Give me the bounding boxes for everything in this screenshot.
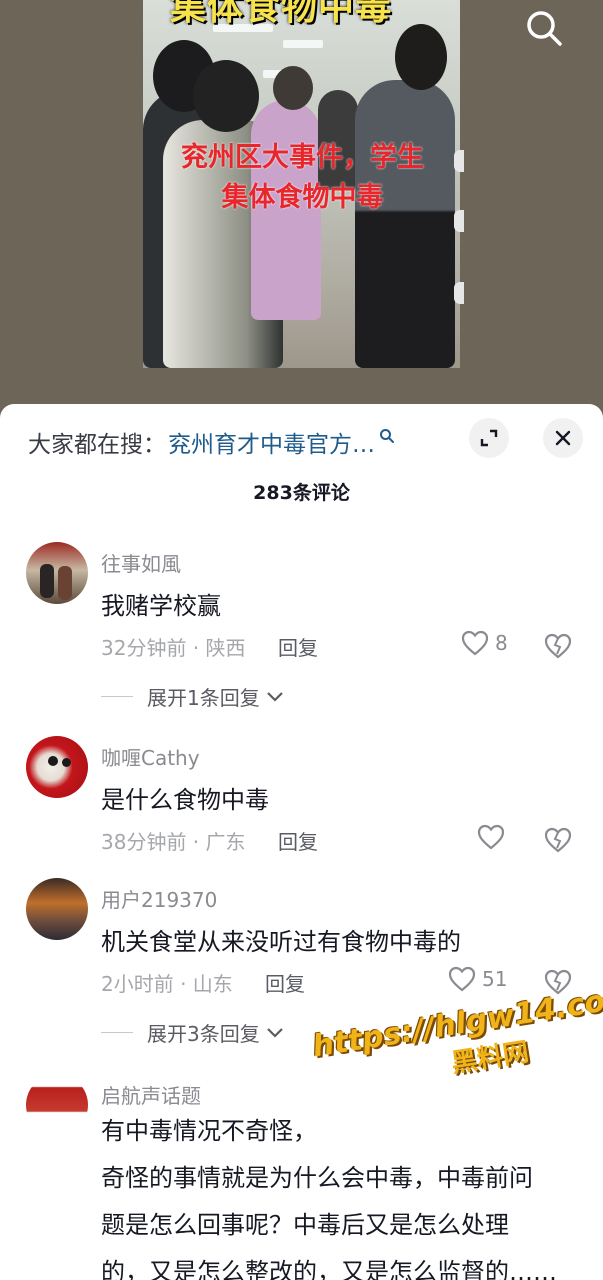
search-icon [380,429,394,443]
reply-button[interactable]: 回复 [265,968,305,997]
dislike-icon[interactable] [544,632,572,660]
comment-time-location: 32分钟前 · 陕西 [101,636,246,660]
comment-text: 机关食堂从来没听过有食物中毒的 [101,928,461,956]
expand-replies-label: 展开1条回复 [147,686,260,710]
reply-button[interactable]: 回复 [278,826,318,855]
expand-icon [480,429,498,447]
expand-replies-label: 展开3条回复 [147,1022,260,1046]
video-background[interactable]: 集体食物中毒 兖州区大事件，学生 集体食物中毒 [0,0,603,420]
comment-text: 是什么食物中毒 [101,786,269,814]
expand-button[interactable] [469,418,509,458]
close-icon [555,430,571,446]
avatar-figure [58,566,72,600]
heart-icon [477,824,505,850]
heart-icon [461,630,489,656]
panda-eye [62,758,71,767]
comment-time-location: 38分钟前 · 广东 [101,830,246,854]
comment-count: 283条评论 [253,482,350,504]
suggested-search-link[interactable]: 兖州育才中毒官方… [168,425,375,459]
side-action-edge[interactable] [454,210,464,232]
video-caption-line: 集体食物中毒 [221,182,384,213]
comment-text: 有中毒情况不奇怪， 奇怪的事情就是为什么会中毒，中毒前问 题是怎么回事呢？中毒后… [101,1108,571,1280]
like-button[interactable] [477,824,505,850]
comment-text-line: 的，又是怎么整改的，又是怎么监督的…… [101,1258,557,1280]
comment-text-line: 奇怪的事情就是为什么会中毒，中毒前问 [101,1164,533,1192]
person-figure [355,80,455,368]
comment-username[interactable]: 往事如風 [101,548,181,577]
side-avatar-edge[interactable] [454,150,464,172]
expand-replies[interactable]: 展开1条回复 [101,682,284,711]
like-count: 8 [495,631,508,655]
person-head [395,24,447,90]
search-icon[interactable] [524,8,564,48]
chevron-down-icon [266,1027,283,1038]
avatar-figure [40,564,54,598]
comment-text-line: 有中毒情况不奇怪， [101,1117,317,1145]
heart-icon [448,966,476,992]
panda-eye [48,756,58,766]
comment-time-location: 2小时前 · 山东 [101,972,233,996]
suggested-search-prefix: 大家都在搜： [28,432,166,458]
avatar[interactable] [26,878,88,940]
side-action-edge[interactable] [454,282,464,304]
dislike-icon[interactable] [544,826,572,854]
video-caption-line: 兖州区大事件，学生 [181,142,424,173]
comment-text: 我赌学校赢 [101,592,221,620]
divider-line [101,696,133,697]
video-caption: 兖州区大事件，学生 集体食物中毒 [160,138,445,218]
comment-text-line: 题是怎么回事呢？中毒后又是怎么处理 [101,1211,509,1239]
divider-line [101,1032,133,1033]
like-count: 51 [482,967,508,991]
expand-replies[interactable]: 展开3条回复 [101,1018,284,1047]
reply-button[interactable]: 回复 [278,632,318,661]
comment-username[interactable]: 咖喱Cathy [101,742,200,771]
comment-sheet: 大家都在搜： 兖州育才中毒官方… 283条评论 往事如風 我赌学校赢 32分钟前… [0,404,603,1280]
person-head [193,60,259,132]
avatar[interactable] [26,736,88,798]
avatar[interactable] [26,542,88,604]
ceiling-light [283,40,323,48]
like-button[interactable]: 8 [461,630,508,656]
suggested-search[interactable]: 大家都在搜： 兖州育才中毒官方… [28,424,395,460]
like-button[interactable]: 51 [448,966,507,992]
close-button[interactable] [543,418,583,458]
comment-username[interactable]: 启航声话题 [101,1080,201,1109]
person-head [273,66,313,110]
chevron-down-icon [266,691,283,702]
video-title-overlay: 集体食物中毒 [170,0,393,28]
avatar[interactable] [26,1074,88,1136]
comment-username[interactable]: 用户219370 [101,884,217,913]
